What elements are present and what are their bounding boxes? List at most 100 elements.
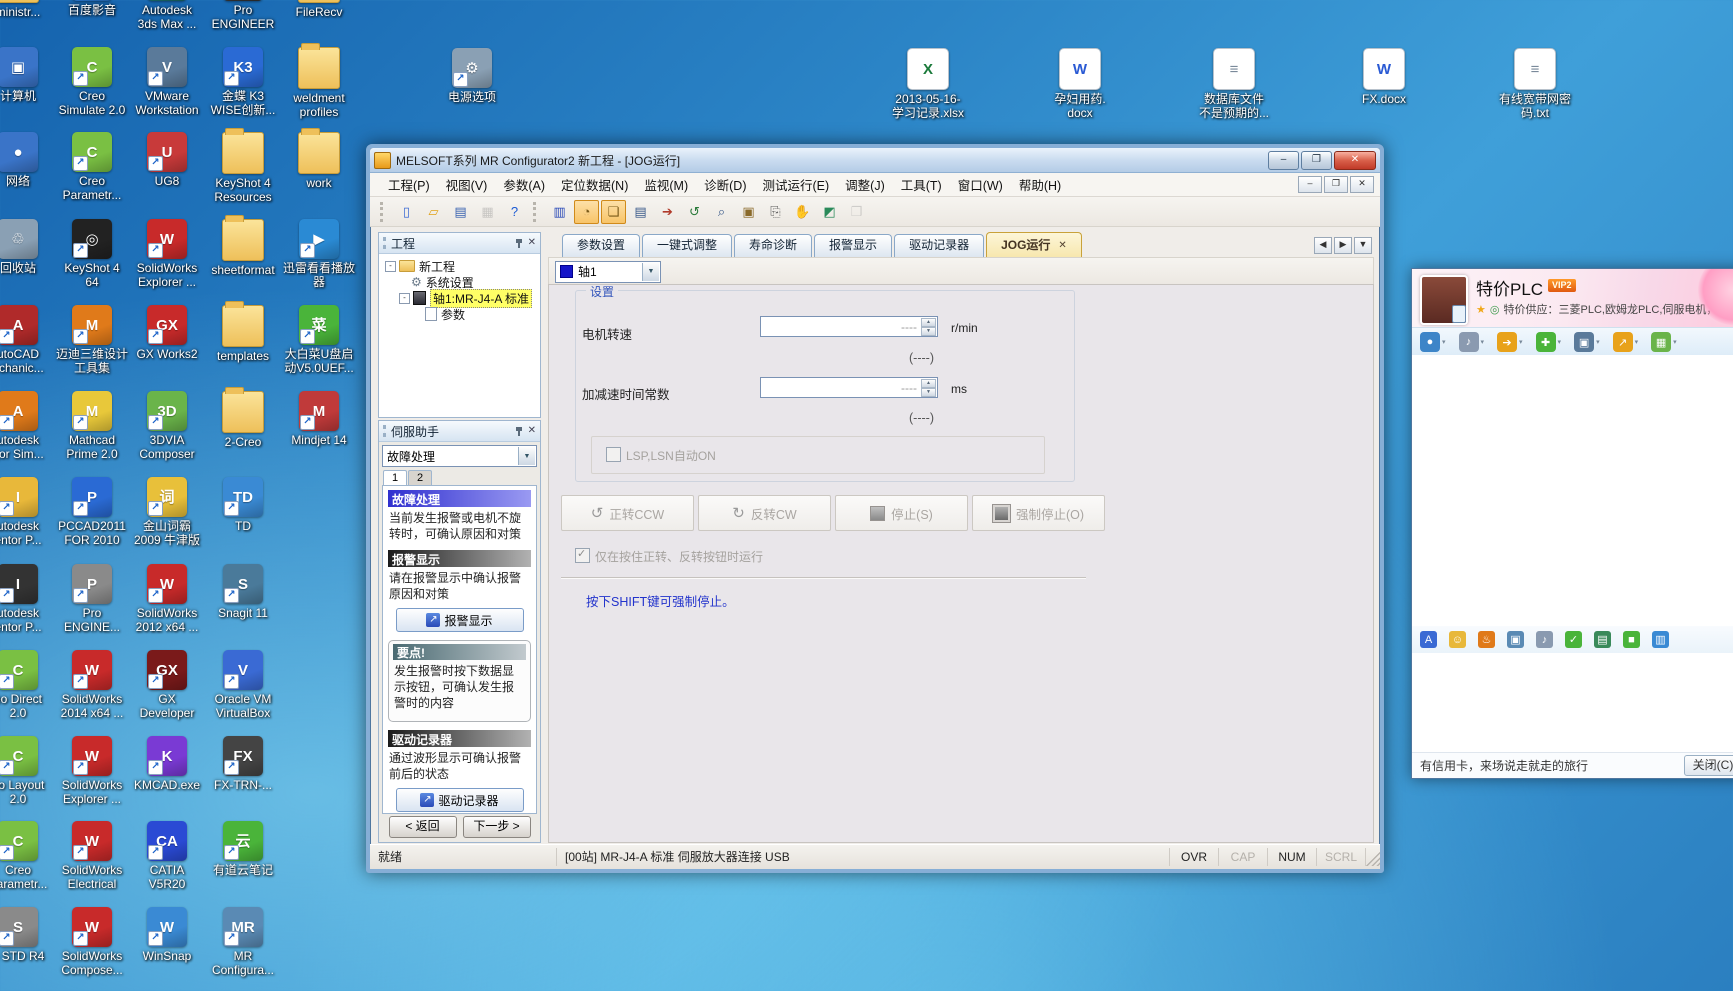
new-project-icon[interactable]: ▯: [394, 200, 419, 224]
desktop-icon[interactable]: W↗SolidWorksExplorer ...: [125, 219, 209, 290]
menu-item[interactable]: 工程(P): [380, 172, 438, 197]
desktop-icon[interactable]: ◎↗KeyShot 464: [50, 219, 134, 290]
desktop-icon[interactable]: W↗SolidWorksCompose...: [50, 907, 134, 978]
tree-item[interactable]: -轴1:MR-J4-A 标准: [381, 290, 538, 306]
menu-item[interactable]: 监视(M): [636, 172, 696, 197]
desktop-icon[interactable]: ≡有线宽带网密码.txt: [1480, 48, 1590, 121]
desktop-icon[interactable]: CA↗CATIAV5R20: [125, 821, 209, 892]
accel-stepper[interactable]: ▲▼: [921, 379, 936, 396]
desktop-icon[interactable]: P↗ProENGINE...: [50, 564, 134, 635]
desktop-icon[interactable]: K↗KMCAD.exe: [125, 736, 209, 793]
jog-cw-button[interactable]: ↻反转CW: [698, 495, 831, 531]
desktop-icon[interactable]: W↗SolidWorksElectrical: [50, 821, 134, 892]
desktop-icon[interactable]: M↗MathcadPrime 2.0: [50, 391, 134, 462]
menu-item[interactable]: 测试运行(E): [754, 172, 837, 197]
save-project-icon[interactable]: ▤: [448, 200, 473, 224]
desktop-icon[interactable]: W↗SolidWorks2012 x64 ...: [125, 564, 209, 635]
desktop-icon[interactable]: S↗Snagit 11: [201, 564, 285, 621]
print-icon[interactable]: ▦: [475, 200, 500, 224]
pin-icon[interactable]: [515, 427, 524, 436]
menu-item[interactable]: 窗口(W): [950, 172, 1011, 197]
desktop-icon[interactable]: 2-Creo: [201, 391, 285, 450]
desktop-icon[interactable]: C↗CreoSimulate 2.0: [50, 47, 134, 118]
desktop-icon[interactable]: C↗CreoParametr...: [50, 132, 134, 203]
chat-message-area[interactable]: [1412, 355, 1733, 627]
desktop-icon[interactable]: work: [277, 132, 361, 191]
desktop-icon[interactable]: TD↗TD: [201, 477, 285, 534]
tab-scroll-right-button[interactable]: ▶: [1334, 237, 1352, 254]
capture-icon[interactable]: ▥: [1652, 631, 1669, 648]
app-box-icon[interactable]: ■: [1623, 631, 1640, 648]
desktop-icon[interactable]: V↗Oracle VMVirtualBox: [201, 650, 285, 721]
io-monitor-icon[interactable]: ➔: [655, 200, 680, 224]
send-file-icon[interactable]: ➔▾: [1497, 332, 1523, 352]
desktop-icon[interactable]: sheetformat: [201, 219, 285, 278]
expander-icon[interactable]: -: [399, 293, 410, 304]
toolbar-grip[interactable]: [380, 202, 388, 222]
close-button[interactable]: ✕: [1334, 151, 1376, 170]
menu-item[interactable]: 视图(V): [438, 172, 496, 197]
tab-参数设置[interactable]: 参数设置: [562, 234, 640, 257]
footer-ad-text[interactable]: 有信用卡，来场说走就走的旅行: [1420, 757, 1588, 774]
desktop-icon[interactable]: W↗WinSnap: [125, 907, 209, 964]
multi-window-icon[interactable]: ❒: [844, 200, 869, 224]
lsp-checkbox[interactable]: [606, 447, 621, 462]
help-icon[interactable]: ?: [502, 200, 527, 224]
back-button[interactable]: < 返回: [389, 816, 457, 838]
panel-grip[interactable]: [383, 425, 386, 437]
batch-monitor-icon[interactable]: ▤: [628, 200, 653, 224]
maximize-button[interactable]: ❐: [1301, 151, 1332, 170]
toolbar-grip[interactable]: [533, 202, 541, 222]
signature-icon[interactable]: ✓: [1565, 631, 1582, 648]
video-call-icon[interactable]: ●▾: [1420, 332, 1446, 352]
desktop-icon[interactable]: ▶↗百度影音: [50, 0, 134, 18]
hold-run-checkbox[interactable]: [575, 548, 590, 563]
desktop-icon[interactable]: M↗迈迪三维设计工具集: [50, 305, 134, 376]
desktop-icon[interactable]: MR↗MRConfigura...: [201, 907, 285, 978]
panel-close-icon[interactable]: ✕: [528, 426, 536, 436]
machine-diagnosis-icon[interactable]: ⌕: [709, 200, 734, 224]
chevron-down-icon[interactable]: ▼: [518, 447, 535, 465]
menu-item[interactable]: 工具(T): [893, 172, 950, 197]
motor-speed-input[interactable]: ---- ▲▼: [760, 316, 938, 337]
pin-icon[interactable]: [515, 239, 524, 248]
tree-item[interactable]: 参数: [381, 306, 538, 322]
star-icon[interactable]: ★: [1476, 303, 1486, 316]
desktop-icon[interactable]: 3↗Autodesk3ds Max ...: [125, 0, 209, 32]
axis-select[interactable]: 轴1 ▼: [555, 261, 661, 283]
menu-item[interactable]: 参数(A): [495, 172, 553, 197]
desktop-icon[interactable]: W↗SolidWorksExplorer ...: [50, 736, 134, 807]
desktop-icon[interactable]: ▶↗迅雷看看播放器: [277, 219, 361, 290]
share-screen-icon[interactable]: ↗▾: [1613, 332, 1639, 352]
panel-close-icon[interactable]: ✕: [528, 238, 536, 248]
voice-call-icon[interactable]: ♪▾: [1459, 332, 1485, 352]
create-group-icon[interactable]: ✚▾: [1536, 332, 1562, 352]
child-minimize-button[interactable]: –: [1298, 176, 1322, 193]
tab-报警显示[interactable]: 报警显示: [814, 234, 892, 257]
tuning-icon[interactable]: ◩: [817, 200, 842, 224]
desktop-icon[interactable]: P↗ProENGINEER: [201, 0, 285, 32]
desktop-icon[interactable]: 词↗金山词霸2009 牛津版: [125, 477, 209, 548]
menu-item[interactable]: 定位数据(N): [553, 172, 636, 197]
desktop-icon[interactable]: WFX.docx: [1329, 48, 1439, 107]
expander-icon[interactable]: -: [385, 261, 396, 272]
emoji-icon[interactable]: ☺: [1449, 631, 1466, 648]
tab-JOG运行[interactable]: JOG运行✕: [986, 232, 1082, 257]
desktop-icon[interactable]: FileRecv: [277, 0, 361, 20]
drive-recorder-button[interactable]: ↗ 驱动记录器: [396, 788, 524, 812]
chat-close-button[interactable]: 关闭(C): [1684, 755, 1733, 776]
desktop-icon[interactable]: 云↗有道云笔记: [201, 821, 285, 878]
desktop-icon[interactable]: 菜↗大白菜U盘启动V5.0UEF...: [277, 305, 361, 376]
desktop-icon[interactable]: P↗PCCAD2011FOR 2010: [50, 477, 134, 548]
tab-close-icon[interactable]: ✕: [1058, 234, 1066, 257]
desktop-icon[interactable]: U↗UG8: [125, 132, 209, 189]
zoom-icon[interactable]: ◎: [1490, 303, 1500, 316]
desktop-icon[interactable]: templates: [201, 305, 285, 364]
desktop-icon[interactable]: M↗Mindjet 14: [277, 391, 361, 448]
jog-ccw-button[interactable]: ↺正转CCW: [561, 495, 694, 531]
tab-驱动记录器[interactable]: 驱动记录器: [894, 234, 984, 257]
desktop-icon[interactable]: X2013-05-16-学习记录.xlsx: [873, 48, 983, 121]
assistant-mode-select[interactable]: 故障处理 ▼: [382, 445, 537, 467]
desktop-icon[interactable]: W↗SolidWorks2014 x64 ...: [50, 650, 134, 721]
docking-window-icon[interactable]: ❏: [601, 200, 626, 224]
